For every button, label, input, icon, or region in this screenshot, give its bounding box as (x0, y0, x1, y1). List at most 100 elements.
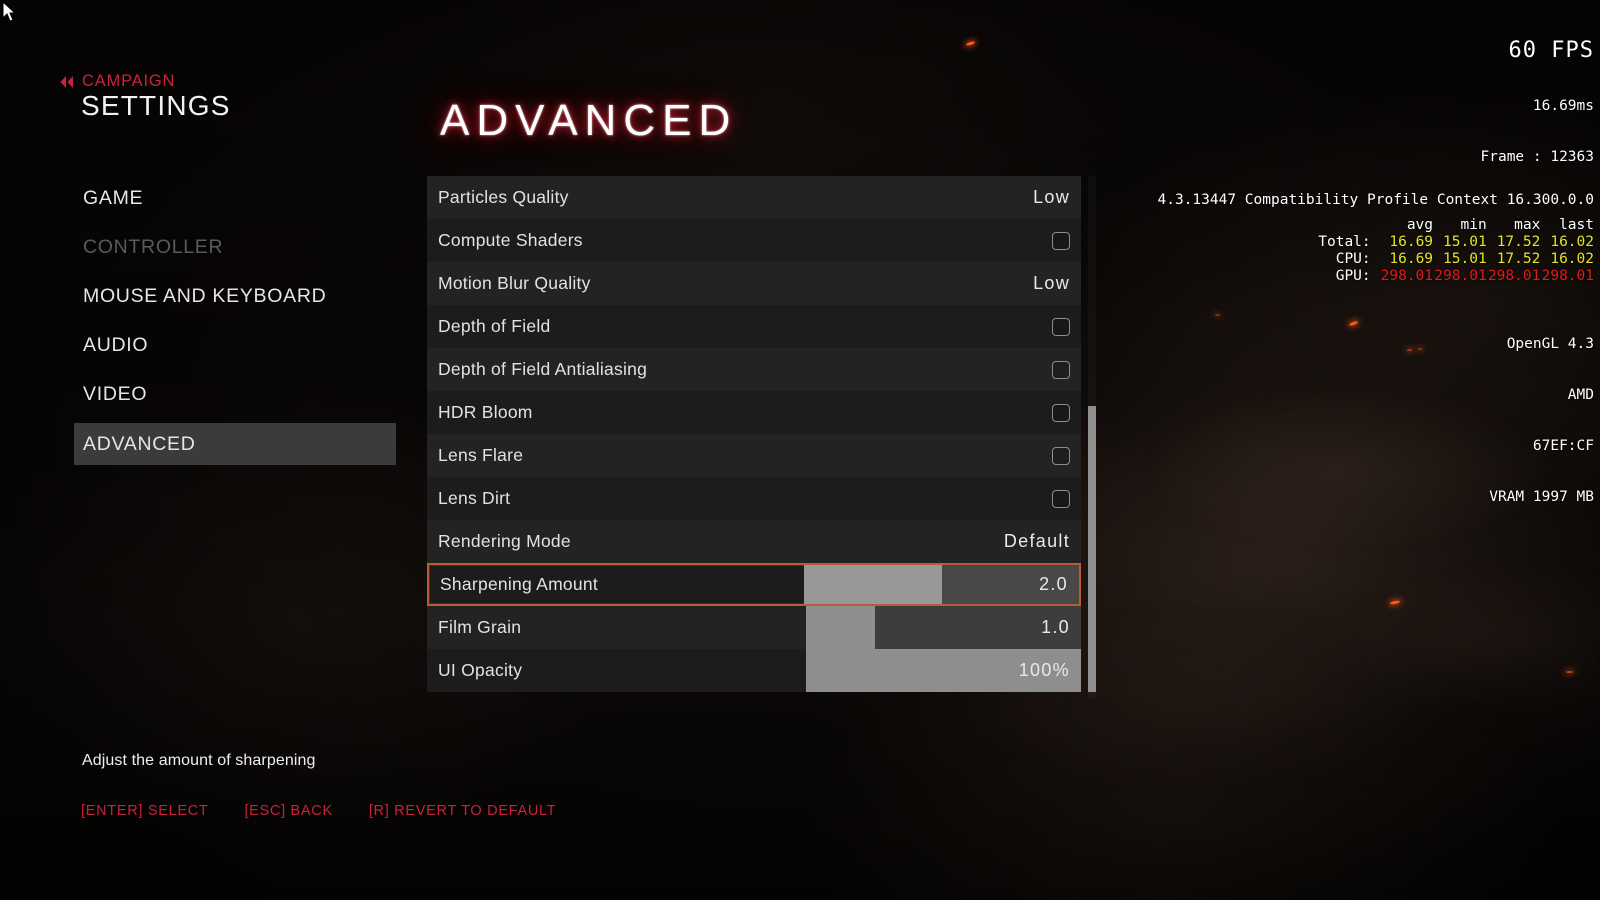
setting-row-lens-dirt[interactable]: Lens Dirt (427, 477, 1081, 520)
setting-row-rendering-mode[interactable]: Rendering Mode Default (427, 520, 1081, 563)
overlay-header-min: min (1460, 217, 1487, 233)
setting-row-motion-blur-quality[interactable]: Motion Blur Quality Low (427, 262, 1081, 305)
setting-checkbox[interactable] (1052, 317, 1070, 336)
overlay-row-label: CPU: (1335, 251, 1371, 267)
ember-particle (1566, 671, 1573, 673)
overlay-table-header-row: avg min max last (1308, 217, 1594, 234)
overlay-cell: 16.02 (1550, 234, 1594, 250)
overlay-cell: 17.52 (1496, 251, 1541, 267)
overlay-vendor: AMD (1567, 387, 1594, 403)
setting-label: Sharpening Amount (440, 574, 598, 594)
setting-checkbox[interactable] (1052, 489, 1070, 508)
sidebar-item-video[interactable]: VIDEO (74, 374, 396, 414)
slider-track[interactable] (804, 565, 1079, 604)
game-settings-screen: CAMPAIGN SETTINGS ADVANCED GAME CONTROLL… (0, 0, 1600, 900)
setting-row-ui-opacity[interactable]: UI Opacity 100% (427, 649, 1081, 692)
sidebar-item-label: VIDEO (83, 382, 148, 405)
settings-scrollbar-thumb[interactable] (1088, 406, 1096, 692)
setting-value: 100% (1018, 660, 1070, 680)
setting-checkbox[interactable] (1052, 360, 1070, 379)
setting-label: Compute Shaders (438, 230, 583, 250)
sidebar-item-game[interactable]: GAME (74, 178, 396, 218)
setting-value: 1.0 (1041, 617, 1070, 637)
key-hint-select[interactable]: [ENTER] SELECT (81, 803, 208, 819)
setting-value: Low (1033, 187, 1070, 207)
setting-row-compute-shaders[interactable]: Compute Shaders (427, 219, 1081, 262)
sidebar-item-label: CONTROLLER (83, 235, 224, 258)
overlay-cell: 16.69 (1389, 251, 1434, 267)
setting-row-particles-quality[interactable]: Particles Quality Low (427, 176, 1081, 219)
setting-label: Depth of Field (438, 316, 551, 336)
overlay-vram: VRAM 1997 MB (1489, 489, 1594, 505)
overlay-cell: 17.52 (1496, 234, 1541, 250)
setting-label: Film Grain (438, 617, 522, 637)
mouse-cursor-icon (2, 1, 17, 22)
overlay-cell: 298.01 (1380, 268, 1434, 284)
ember-particle (1389, 599, 1401, 606)
overlay-api: OpenGL 4.3 (1506, 336, 1594, 352)
overlay-row-total: Total: 16.69 15.01 17.52 16.02 (1308, 234, 1594, 251)
breadcrumb-label[interactable]: CAMPAIGN (82, 72, 175, 91)
overlay-header-blank (1308, 217, 1370, 234)
overlay-frame-counter: Frame : 12363 (1480, 149, 1595, 165)
overlay-context-string: 4.3.13447 Compatibility Profile Context … (1157, 192, 1595, 208)
overlay-cell: 298.01 (1434, 268, 1487, 284)
sidebar-item-label: MOUSE AND KEYBOARD (83, 284, 327, 307)
sidebar-item-advanced[interactable]: ADVANCED (74, 423, 396, 465)
setting-checkbox[interactable] (1052, 446, 1070, 465)
setting-row-depth-of-field[interactable]: Depth of Field (427, 305, 1081, 348)
performance-overlay: 60 FPS 16.69ms Frame : 12363 avg min max… (1273, 4, 1594, 540)
overlay-cell: 15.01 (1443, 234, 1487, 250)
double-chevron-left-icon[interactable] (59, 75, 75, 89)
slider-track[interactable] (806, 606, 1081, 649)
overlay-row-label: Total: (1318, 234, 1371, 250)
setting-label: Particles Quality (438, 187, 569, 207)
setting-value: Low (1033, 273, 1070, 293)
sidebar-item-audio[interactable]: AUDIO (74, 325, 396, 365)
setting-label: Lens Dirt (438, 488, 511, 508)
setting-row-depth-of-field-antialiasing[interactable]: Depth of Field Antialiasing (427, 348, 1081, 391)
overlay-row-gpu: GPU: 298.01 298.01 298.01 298.01 (1308, 268, 1594, 285)
sidebar-item-label: GAME (83, 186, 144, 209)
key-hint-revert[interactable]: [R] REVERT TO DEFAULT (369, 803, 556, 819)
overlay-cell: 15.01 (1443, 251, 1487, 267)
overlay-header-max: max (1514, 217, 1541, 233)
sidebar-item-label: ADVANCED (83, 432, 196, 455)
settings-list: Particles Quality Low Compute Shaders Mo… (427, 176, 1081, 692)
setting-description: Adjust the amount of sharpening (82, 752, 316, 769)
breadcrumb[interactable]: CAMPAIGN (59, 72, 175, 91)
overlay-header-avg: avg (1406, 217, 1434, 233)
sidebar-item-mouse-and-keyboard[interactable]: MOUSE AND KEYBOARD (74, 276, 396, 316)
setting-checkbox[interactable] (1052, 231, 1070, 250)
setting-label: UI Opacity (438, 660, 523, 680)
setting-label: HDR Bloom (438, 402, 533, 422)
sidebar-item-controller[interactable]: CONTROLLER (74, 227, 396, 267)
setting-checkbox[interactable] (1052, 403, 1070, 422)
section-title: ADVANCED (440, 96, 738, 145)
setting-label: Motion Blur Quality (438, 273, 591, 293)
overlay-cell: 298.01 (1541, 268, 1594, 284)
setting-label: Depth of Field Antialiasing (438, 359, 648, 379)
overlay-row-cpu: CPU: 16.69 15.01 17.52 16.02 (1308, 251, 1594, 268)
overlay-device-id: 67EF:CF (1532, 438, 1594, 454)
overlay-cell: 298.01 (1487, 268, 1541, 284)
slider-fill (806, 606, 875, 649)
setting-row-hdr-bloom[interactable]: HDR Bloom (427, 391, 1081, 434)
page-title: SETTINGS (81, 90, 231, 121)
overlay-cell: 16.02 (1550, 251, 1594, 267)
overlay-fps: 60 FPS (1508, 38, 1594, 63)
setting-row-film-grain[interactable]: Film Grain 1.0 (427, 606, 1081, 649)
key-hint-back[interactable]: [ESC] BACK (244, 803, 332, 819)
setting-row-sharpening-amount[interactable]: Sharpening Amount 2.0 (427, 563, 1081, 606)
setting-value: 2.0 (1039, 574, 1068, 594)
setting-label: Rendering Mode (438, 531, 571, 551)
overlay-frametime: 16.69ms (1532, 98, 1594, 114)
sidebar-item-label: AUDIO (83, 333, 149, 356)
setting-label: Lens Flare (438, 445, 524, 465)
setting-row-lens-flare[interactable]: Lens Flare (427, 434, 1081, 477)
key-hints: [ENTER] SELECT [ESC] BACK [R] REVERT TO … (81, 803, 556, 819)
settings-sidebar: GAME CONTROLLER MOUSE AND KEYBOARD AUDIO… (74, 178, 396, 474)
overlay-row-label: GPU: (1335, 268, 1371, 284)
setting-value: Default (1003, 531, 1070, 551)
ember-particle (965, 40, 976, 47)
